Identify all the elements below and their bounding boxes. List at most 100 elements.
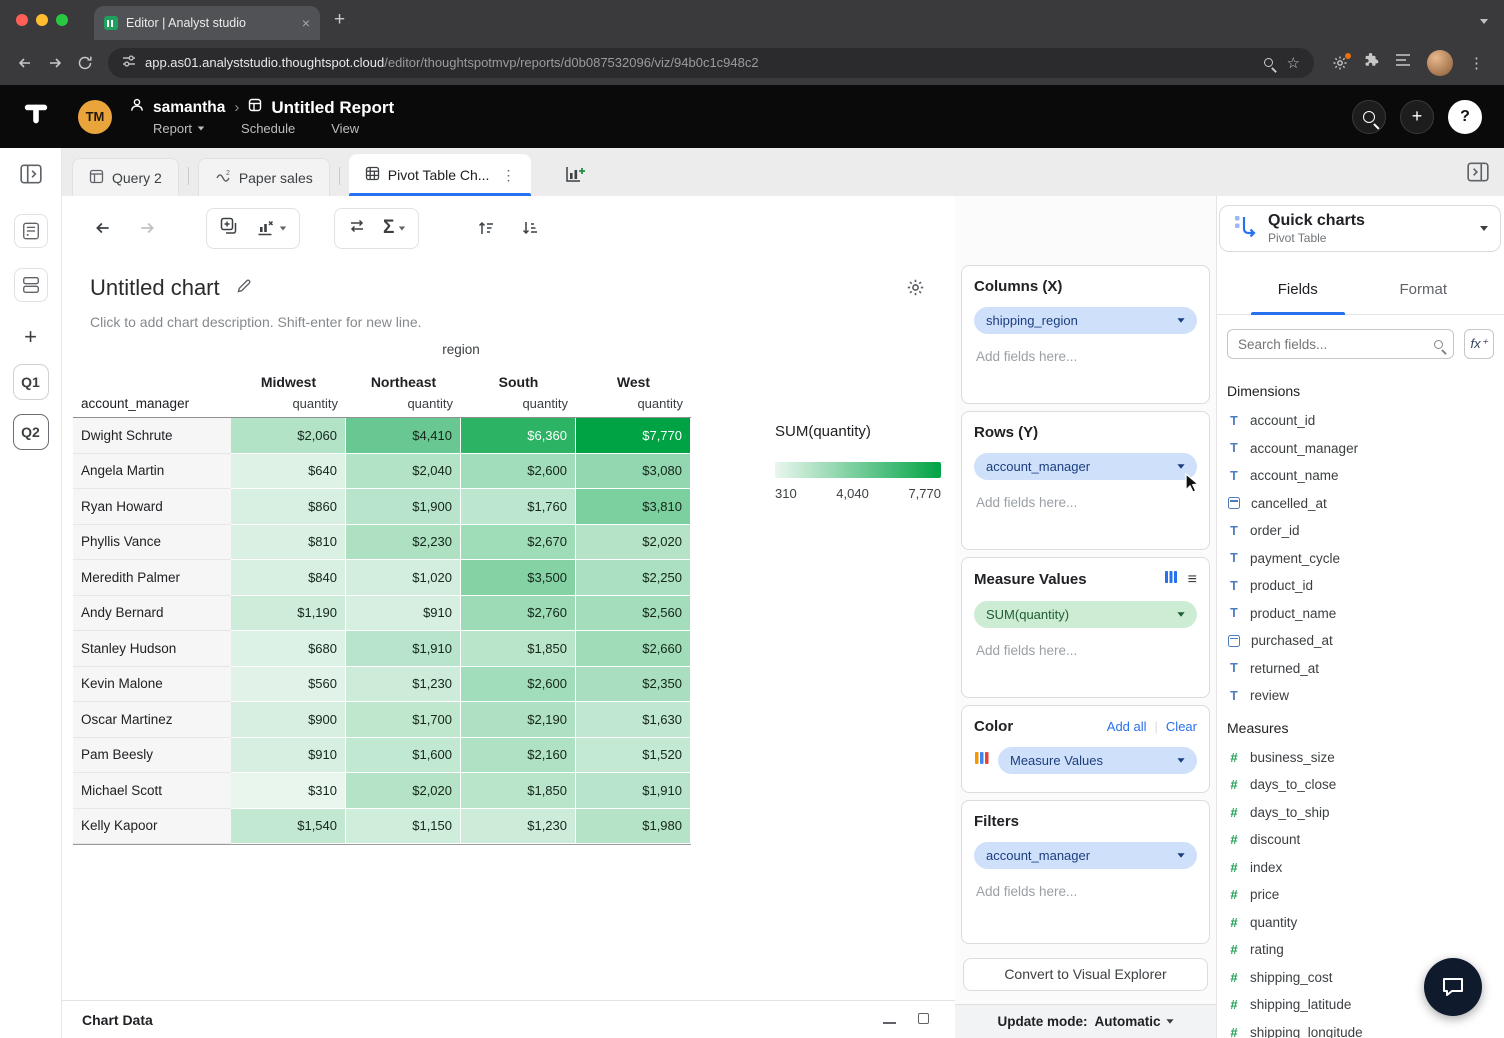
field-item-days_to_ship[interactable]: #days_to_ship xyxy=(1217,799,1504,827)
value-cell[interactable]: $1,850 xyxy=(461,773,576,809)
value-cell[interactable]: $2,020 xyxy=(346,773,461,809)
search-icon[interactable] xyxy=(1352,100,1386,134)
undo-icon[interactable] xyxy=(88,213,118,243)
value-cell[interactable]: $1,700 xyxy=(346,702,461,738)
value-cell[interactable]: $4,410 xyxy=(346,418,461,454)
rows-y-dropzone[interactable]: Add fields here... xyxy=(974,480,1197,510)
expand-panel-icon[interactable] xyxy=(1466,160,1490,189)
notebook-icon[interactable] xyxy=(14,214,48,248)
field-item-business_size[interactable]: #business_size xyxy=(1217,744,1504,772)
value-cell[interactable]: $910 xyxy=(346,596,461,632)
query-badge-q1[interactable]: Q1 xyxy=(13,364,49,400)
value-cell[interactable]: $2,660 xyxy=(576,631,691,667)
add-all-link[interactable]: Add all xyxy=(1107,719,1147,734)
minimize-window-button[interactable] xyxy=(36,14,48,26)
sort-descending-icon[interactable] xyxy=(515,213,545,243)
value-cell[interactable]: $2,600 xyxy=(461,667,576,703)
value-cell[interactable]: $1,910 xyxy=(346,631,461,667)
value-cell[interactable]: $3,500 xyxy=(461,560,576,596)
url-input[interactable]: app.as01.analyststudio.thoughtspot.cloud… xyxy=(108,48,1314,78)
zoom-icon[interactable] xyxy=(1264,58,1273,67)
clear-link[interactable]: Clear xyxy=(1166,719,1197,734)
field-item-order_id[interactable]: Torder_id xyxy=(1217,517,1504,545)
value-cell[interactable]: $3,080 xyxy=(576,454,691,490)
chart-title[interactable]: Untitled chart xyxy=(90,275,220,301)
chart-settings-gear-icon[interactable] xyxy=(906,278,925,302)
value-cell[interactable]: $2,250 xyxy=(576,560,691,596)
field-item-product_name[interactable]: Tproduct_name xyxy=(1217,600,1504,628)
row-label[interactable]: Pam Beesly xyxy=(73,738,231,774)
value-cell[interactable]: $7,770 xyxy=(576,418,691,454)
edit-title-pencil-icon[interactable] xyxy=(236,278,252,299)
tab-fields[interactable]: Fields xyxy=(1235,265,1361,314)
minimize-panel-icon[interactable] xyxy=(883,1011,896,1029)
value-cell[interactable]: $560 xyxy=(231,667,346,703)
row-label[interactable]: Kelly Kapoor xyxy=(73,809,231,845)
remove-chart-icon[interactable] xyxy=(255,218,287,238)
value-cell[interactable]: $810 xyxy=(231,525,346,561)
tab-query-2[interactable]: Query 2 xyxy=(72,158,179,196)
tab-search-icon[interactable] xyxy=(1480,11,1488,29)
chart-data-label[interactable]: Chart Data xyxy=(82,1012,153,1028)
update-mode-select[interactable]: Automatic xyxy=(1095,1014,1174,1029)
value-cell[interactable]: $310 xyxy=(231,773,346,809)
row-label[interactable]: Kevin Malone xyxy=(73,667,231,703)
collapse-panel-icon[interactable] xyxy=(19,162,43,186)
tab-menu-icon[interactable]: ⋮ xyxy=(501,167,515,184)
quick-charts-selector[interactable]: Quick charts Pivot Table xyxy=(1219,205,1501,252)
site-settings-icon[interactable] xyxy=(122,54,136,71)
report-title[interactable]: Untitled Report xyxy=(271,98,394,118)
value-cell[interactable]: $2,560 xyxy=(576,596,691,632)
field-item-returned_at[interactable]: Treturned_at xyxy=(1217,655,1504,683)
field-item-days_to_close[interactable]: #days_to_close xyxy=(1217,771,1504,799)
forward-icon[interactable] xyxy=(40,48,70,78)
row-label[interactable]: Phyllis Vance xyxy=(73,525,231,561)
browser-profile-avatar[interactable] xyxy=(1427,50,1453,76)
browser-sidebar-icon[interactable] xyxy=(1395,53,1411,72)
add-icon[interactable]: + xyxy=(1400,100,1434,134)
columns-x-dropzone[interactable]: Add fields here... xyxy=(974,334,1197,364)
search-fields-box[interactable] xyxy=(1227,329,1454,359)
close-window-button[interactable] xyxy=(16,14,28,26)
query-badge-q2[interactable]: Q2 xyxy=(13,414,49,450)
row-label[interactable]: Oscar Martinez xyxy=(73,702,231,738)
zoom-window-button[interactable] xyxy=(56,14,68,26)
value-cell[interactable]: $1,540 xyxy=(231,809,346,845)
convert-to-visual-explorer-button[interactable]: Convert to Visual Explorer xyxy=(963,958,1208,992)
column-header[interactable]: Midwest xyxy=(231,369,346,396)
extensions-puzzle-icon[interactable] xyxy=(1364,53,1379,73)
value-cell[interactable]: $2,230 xyxy=(346,525,461,561)
reload-icon[interactable] xyxy=(70,48,100,78)
search-fields-input[interactable] xyxy=(1238,337,1428,352)
datasets-icon[interactable] xyxy=(14,268,48,302)
tab-paper-sales[interactable]: 2 Paper sales xyxy=(198,158,330,196)
value-cell[interactable]: $2,760 xyxy=(461,596,576,632)
field-item-cancelled_at[interactable]: cancelled_at xyxy=(1217,490,1504,518)
columns-view-icon[interactable] xyxy=(1164,570,1178,589)
add-formula-button[interactable]: fx⁺ xyxy=(1464,329,1494,359)
row-label[interactable]: Andy Bernard xyxy=(73,596,231,632)
value-cell[interactable]: $910 xyxy=(231,738,346,774)
row-label[interactable]: Meredith Palmer xyxy=(73,560,231,596)
workspace-avatar[interactable]: TM xyxy=(78,100,112,134)
value-cell[interactable]: $2,350 xyxy=(576,667,691,703)
value-cell[interactable]: $680 xyxy=(231,631,346,667)
field-item-account_id[interactable]: Taccount_id xyxy=(1217,407,1504,435)
field-item-price[interactable]: #price xyxy=(1217,881,1504,909)
column-header[interactable]: West xyxy=(576,369,691,396)
row-label[interactable]: Michael Scott xyxy=(73,773,231,809)
value-cell[interactable]: $2,670 xyxy=(461,525,576,561)
help-chat-button[interactable] xyxy=(1424,958,1482,1016)
value-cell[interactable]: $1,630 xyxy=(576,702,691,738)
value-cell[interactable]: $2,040 xyxy=(346,454,461,490)
help-icon[interactable]: ? xyxy=(1448,100,1482,134)
value-cell[interactable]: $1,520 xyxy=(576,738,691,774)
filters-dropzone[interactable]: Add fields here... xyxy=(974,869,1197,899)
value-cell[interactable]: $1,900 xyxy=(346,489,461,525)
list-view-icon[interactable]: ≡ xyxy=(1188,572,1197,588)
duplicate-chart-icon[interactable] xyxy=(219,216,239,241)
value-cell[interactable]: $1,850 xyxy=(461,631,576,667)
value-cell[interactable]: $2,020 xyxy=(576,525,691,561)
field-item-review[interactable]: Treview xyxy=(1217,682,1504,710)
row-label[interactable]: Stanley Hudson xyxy=(73,631,231,667)
